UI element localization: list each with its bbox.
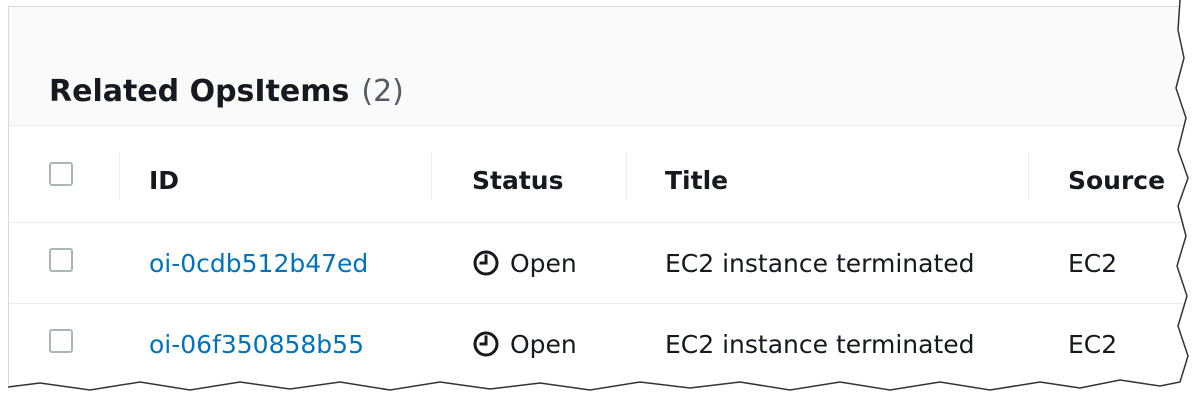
column-header-source[interactable]: Source xyxy=(1068,168,1165,193)
column-header-status[interactable]: Status xyxy=(472,168,563,193)
clock-icon xyxy=(473,250,499,276)
column-divider[interactable] xyxy=(431,152,432,200)
select-all-checkbox[interactable] xyxy=(49,162,73,186)
opsitem-id-link[interactable]: oi-0cdb512b47ed xyxy=(149,251,368,276)
table-header-row: ID Status Title Source xyxy=(9,126,1189,223)
column-header-title[interactable]: Title xyxy=(665,168,728,193)
panel-title: Related OpsItems (2) xyxy=(49,77,404,107)
opsitem-title: EC2 instance terminated xyxy=(665,249,975,278)
status-cell: Open xyxy=(472,330,577,358)
opsitem-source: EC2 xyxy=(1068,249,1118,278)
table-row: oi-06f350858b55 Open EC2 instance termin… xyxy=(9,304,1189,385)
column-header-id[interactable]: ID xyxy=(149,168,179,193)
status-text: Open xyxy=(510,248,577,278)
clock-icon xyxy=(473,331,499,357)
panel-title-text: Related OpsItems xyxy=(49,74,350,109)
column-divider[interactable] xyxy=(626,152,627,200)
screenshot-frame: Related OpsItems (2) ID Status Title Sour… xyxy=(0,0,1200,406)
opsitem-title: EC2 instance terminated xyxy=(665,330,975,359)
status-cell: Open xyxy=(472,249,577,277)
row-select-checkbox[interactable] xyxy=(49,329,73,353)
column-divider[interactable] xyxy=(1028,152,1029,200)
panel-item-count: (2) xyxy=(361,74,404,109)
related-opsitems-panel: Related OpsItems (2) ID Status Title Sour… xyxy=(8,6,1189,385)
opsitem-id-link[interactable]: oi-06f350858b55 xyxy=(149,332,364,357)
opsitem-source: EC2 xyxy=(1068,330,1118,359)
column-divider[interactable] xyxy=(119,152,120,200)
status-text: Open xyxy=(510,329,577,359)
row-select-checkbox[interactable] xyxy=(49,248,73,272)
table-row: oi-0cdb512b47ed Open EC2 instance termin… xyxy=(9,223,1189,304)
panel-header: Related OpsItems (2) xyxy=(9,7,1189,126)
